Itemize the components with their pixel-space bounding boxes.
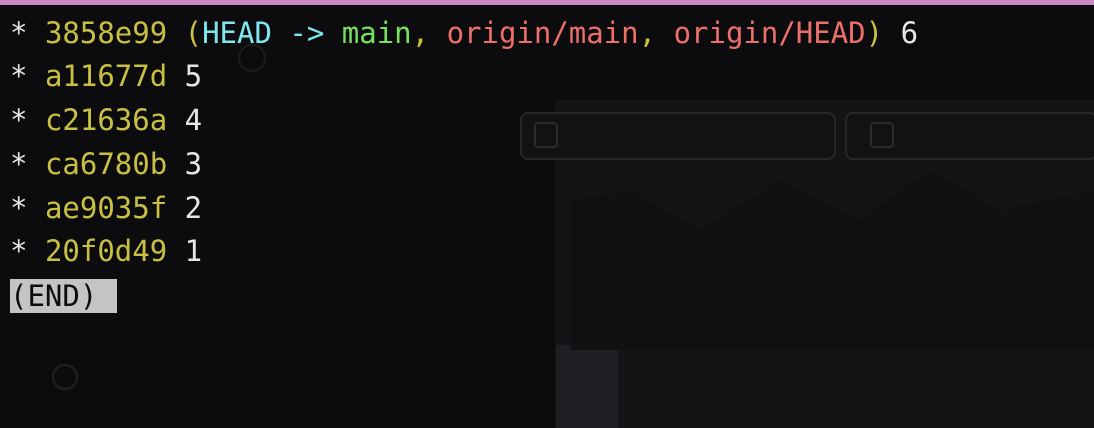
- ref-separator: ,: [411, 16, 430, 50]
- commit-line: * ae9035f 2: [10, 188, 202, 228]
- background-tab-icon: [534, 122, 558, 148]
- graph-star: *: [10, 59, 28, 93]
- commit-line: * a11677d 5: [10, 56, 202, 96]
- commit-hash: 3858e99: [44, 16, 168, 50]
- remote-head-ref: origin/HEAD: [673, 16, 866, 50]
- graph-star: *: [10, 191, 28, 225]
- commit-line: * 20f0d49 1: [10, 231, 202, 271]
- graph-star: *: [10, 16, 28, 50]
- background-document-icon: [556, 345, 618, 428]
- commit-message: 2: [184, 191, 203, 225]
- background-tab-ghost: [520, 112, 836, 160]
- commit-hash: 20f0d49: [44, 234, 168, 268]
- commit-line: * ca6780b 3: [10, 144, 202, 184]
- terminal-window[interactable]: * 3858e99 (HEAD -> main, origin/main, or…: [0, 0, 1094, 428]
- commit-line: * c21636a 4: [10, 100, 202, 140]
- commit-message: 4: [184, 103, 203, 137]
- commit-hash: c21636a: [44, 103, 168, 137]
- pager-end-indicator: (END): [10, 279, 118, 313]
- remote-branch-ref: origin/main: [446, 16, 639, 50]
- background-image-ghost: [570, 170, 1094, 350]
- graph-star: *: [10, 234, 28, 268]
- head-ref: HEAD ->: [202, 16, 325, 50]
- window-top-edge: [0, 0, 1094, 5]
- background-tab-icon-2: [870, 122, 894, 148]
- ref-close-paren: ): [865, 16, 884, 50]
- commit-message: 3: [184, 147, 203, 181]
- ref-separator: ,: [638, 16, 657, 50]
- background-pages-icon: [52, 364, 78, 390]
- commit-hash: ae9035f: [44, 191, 168, 225]
- commit-hash: a11677d: [44, 59, 168, 93]
- commit-hash: ca6780b: [44, 147, 168, 181]
- commit-message: 6: [900, 16, 919, 50]
- commit-message: 1: [184, 234, 203, 268]
- local-branch-ref: main: [341, 16, 412, 50]
- commit-message: 5: [184, 59, 203, 93]
- graph-star: *: [10, 103, 28, 137]
- commit-line: * 3858e99 (HEAD -> main, origin/main, or…: [10, 13, 918, 53]
- pager-status-line: (END): [10, 276, 118, 316]
- graph-star: *: [10, 147, 28, 181]
- ref-open-paren: (: [184, 16, 203, 50]
